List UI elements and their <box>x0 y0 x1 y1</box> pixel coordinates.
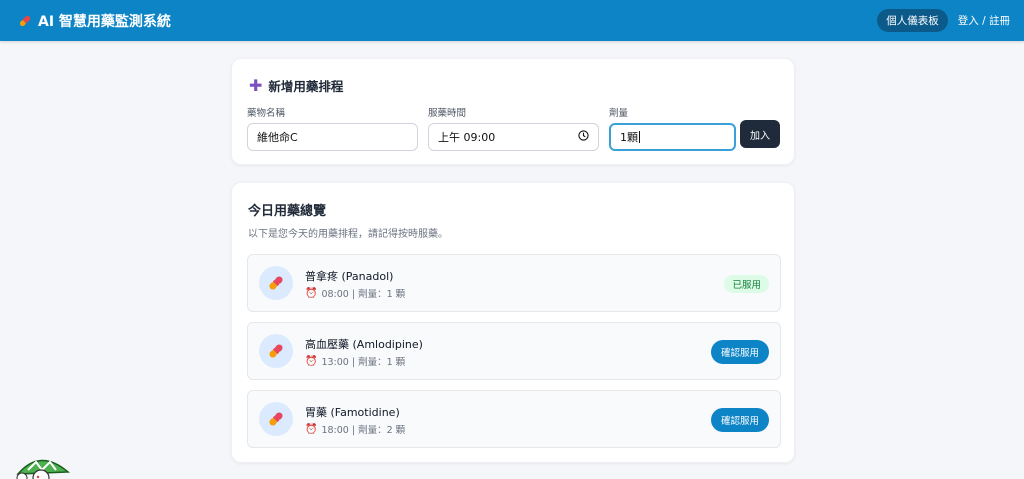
dashboard-button[interactable]: 個人儀表板 <box>877 9 948 32</box>
dosage-field: 劑量 1顆 <box>609 105 736 151</box>
dosage-label: 劑量 <box>609 108 629 119</box>
medicine-name-field: 藥物名稱 維他命C <box>247 105 418 151</box>
pill-icon <box>19 15 31 26</box>
medication-meta-text: 13:00 | 劑量：1 顆 <box>321 357 406 368</box>
medication-meta: ⏰ 13:00 | 劑量：1 顆 <box>305 354 406 369</box>
dosage-input[interactable]: 1顆 <box>609 123 736 151</box>
plus-icon: ✚ <box>249 75 263 95</box>
mascot-icon[interactable] <box>8 452 72 479</box>
medicine-name-input[interactable]: 維他命C <box>247 123 418 151</box>
alarm-clock-icon: ⏰ <box>305 355 318 367</box>
today-title: 今日用藥總覽 <box>248 204 327 219</box>
add-button[interactable]: 加入 <box>740 120 780 148</box>
add-form-title: 新增用藥排程 <box>268 79 344 94</box>
medication-item: 普拿疼 (Panadol) ⏰ 08:00 | 劑量：1 顆 已服用 <box>247 254 781 312</box>
medication-name: 高血壓藥 (Amlodipine) <box>305 338 423 351</box>
dose-time-field: 服藥時間 上午 09:00 <box>428 105 599 151</box>
add-medication-card: ✚ 新增用藥排程 藥物名稱 維他命C 服藥時間 上午 09:00 劑量 1顆 加… <box>231 58 795 165</box>
alarm-clock-icon: ⏰ <box>305 287 318 299</box>
medication-name: 胃藥 (Famotidine) <box>305 406 400 419</box>
medication-meta: ⏰ 08:00 | 劑量：1 顆 <box>305 286 406 301</box>
pill-icon <box>259 266 293 300</box>
pill-icon <box>259 402 293 436</box>
login-register-link[interactable]: 登入 / 註冊 <box>958 13 1010 28</box>
medication-item: 胃藥 (Famotidine) ⏰ 18:00 | 劑量：2 顆 確認服用 <box>247 390 781 448</box>
medication-item: 高血壓藥 (Amlodipine) ⏰ 13:00 | 劑量：1 顆 確認服用 <box>247 322 781 380</box>
add-form-title-row: ✚ 新增用藥排程 <box>249 76 343 95</box>
medication-meta-text: 18:00 | 劑量：2 顆 <box>321 425 406 436</box>
confirm-taken-button[interactable]: 確認服用 <box>710 408 769 432</box>
today-subtitle: 以下是您今天的用藥排程，請記得按時服藥。 <box>248 229 448 240</box>
confirm-taken-button[interactable]: 確認服用 <box>710 340 769 364</box>
dose-time-value: 上午 09:00 <box>438 131 496 144</box>
medication-meta-text: 08:00 | 劑量：1 顆 <box>321 289 406 300</box>
dosage-value: 1顆 <box>620 131 638 144</box>
medicine-name-label: 藥物名稱 <box>247 108 286 119</box>
dose-time-label: 服藥時間 <box>428 108 467 119</box>
medicine-name-value: 維他命C <box>257 131 298 144</box>
today-overview-card: 今日用藥總覽 以下是您今天的用藥排程，請記得按時服藥。 普拿疼 (Panadol… <box>231 182 795 463</box>
pill-icon <box>259 334 293 368</box>
medication-meta: ⏰ 18:00 | 劑量：2 顆 <box>305 422 406 437</box>
taken-badge: 已服用 <box>724 275 769 293</box>
text-caret <box>639 131 640 143</box>
dose-time-input[interactable]: 上午 09:00 <box>428 123 599 151</box>
top-navbar: AI 智慧用藥監測系統 個人儀表板 登入 / 註冊 <box>0 0 1024 41</box>
app-title: AI 智慧用藥監測系統 <box>38 13 171 30</box>
brand[interactable]: AI 智慧用藥監測系統 <box>18 11 171 31</box>
medication-name: 普拿疼 (Panadol) <box>305 270 394 283</box>
alarm-clock-icon: ⏰ <box>305 423 318 435</box>
clock-icon[interactable] <box>578 130 589 144</box>
